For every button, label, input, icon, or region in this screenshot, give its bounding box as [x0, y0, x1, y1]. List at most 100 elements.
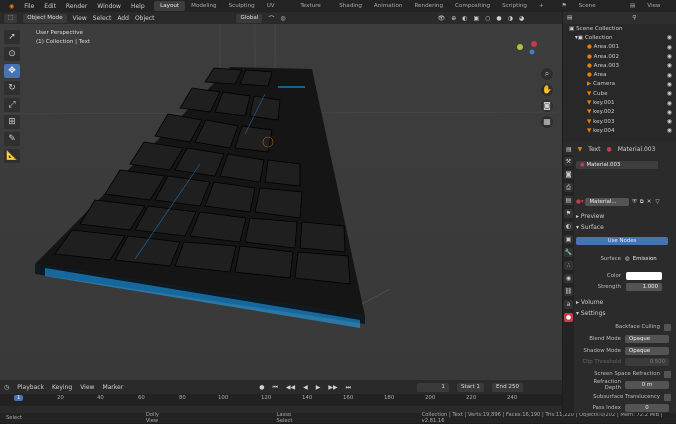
pan-hand-icon[interactable]: ✋ — [541, 84, 553, 96]
outliner-row-key-002[interactable]: ▼ key.002 ◉ — [563, 108, 676, 117]
shading-solid-icon[interactable]: ● — [496, 15, 501, 22]
shadow-mode-select[interactable]: Opaque — [625, 347, 669, 355]
clock-icon[interactable]: ◷ — [4, 384, 9, 391]
color-swatch[interactable] — [626, 272, 662, 280]
preview-section[interactable]: ▸ Preview — [576, 211, 674, 221]
view-layer-icon[interactable]: ▤ — [624, 1, 641, 11]
scene-tab-icon[interactable]: ⚑ — [564, 209, 573, 218]
eye-icon[interactable]: ◉ — [667, 72, 672, 79]
gizmo-icon[interactable]: ⊕ — [451, 15, 456, 22]
camera-view-icon[interactable]: ◙ — [541, 100, 553, 112]
settings-section[interactable]: ▾ Settings — [576, 308, 674, 318]
shading-render-icon[interactable]: ◕ — [519, 15, 524, 22]
surface-section[interactable]: ▾ Surface — [576, 222, 674, 232]
view-layer-name[interactable]: View Layer — [641, 1, 676, 19]
tab-layout[interactable]: Layout — [154, 1, 186, 11]
menu-file[interactable]: File — [19, 3, 39, 10]
outliner-display-icon[interactable]: ▤ — [567, 15, 572, 21]
eye-icon[interactable]: ◉ — [667, 90, 672, 97]
transform-orientation-select[interactable]: Global — [236, 13, 263, 23]
cursor-tool-icon[interactable]: ⊙ — [4, 47, 20, 61]
eye-icon[interactable]: ◉ — [667, 109, 672, 116]
menu-help[interactable]: Help — [126, 3, 150, 10]
select-tool-icon[interactable]: ➚ — [4, 30, 20, 44]
menu-render[interactable]: Render — [61, 3, 92, 10]
tool-tab-icon[interactable]: ⚒ — [564, 157, 573, 166]
menu-object[interactable]: Object — [135, 15, 155, 22]
object-tab-icon[interactable]: ▣ — [564, 235, 573, 244]
mode-select[interactable]: Object Mode — [23, 13, 67, 23]
current-frame-field[interactable]: 1 — [416, 383, 449, 392]
unlink-icon[interactable]: ✕ — [647, 199, 652, 205]
annotate-tool-icon[interactable]: ✎ — [4, 132, 20, 146]
world-tab-icon[interactable]: ◐ — [564, 222, 573, 231]
eye-icon[interactable]: ◉ — [667, 81, 672, 88]
zoom-icon[interactable]: ⌕ — [541, 68, 553, 80]
backface-checkbox[interactable] — [664, 323, 671, 331]
outliner-row-area-001[interactable]: ● Area.001 ◉ — [563, 43, 676, 52]
tab-texture-paint[interactable]: Texture Paint — [294, 1, 333, 19]
menu-timeline-view[interactable]: View — [80, 384, 94, 391]
outliner-row-camera[interactable]: ▶ Camera ◉ — [563, 80, 676, 89]
blender-logo-icon[interactable]: ◉ — [4, 3, 19, 10]
tab-sculpting[interactable]: Sculpting — [223, 1, 261, 11]
surface-shader[interactable]: Emission — [633, 256, 657, 262]
material-slot[interactable]: ● Material.003 — [576, 161, 658, 169]
eye-icon[interactable]: ◉ — [667, 100, 672, 107]
outliner-row-key-003[interactable]: ▼ key.003 ◉ — [563, 117, 676, 126]
properties-editor-icon[interactable]: ▤ — [566, 146, 572, 153]
outliner-row-scene-collection[interactable]: ▣ Scene Collection — [563, 24, 676, 33]
outliner-row-key-004[interactable]: ▼ key.004 ◉ — [563, 126, 676, 135]
particles-tab-icon[interactable]: ∴ — [564, 261, 573, 270]
editor-type-icon[interactable]: ⬚ — [4, 13, 18, 23]
material-tab-icon[interactable]: ● — [564, 313, 573, 322]
eye-icon[interactable]: ◉ — [667, 62, 672, 69]
filter-icon[interactable]: ⚲ — [632, 15, 636, 21]
tab-scripting[interactable]: Scripting — [496, 1, 533, 11]
jump-end-icon[interactable]: ⏭ — [346, 384, 351, 392]
constraints-tab-icon[interactable]: ⛓ — [564, 287, 573, 296]
scene-icon[interactable]: ⚑ — [556, 1, 573, 11]
transform-tool-icon[interactable]: ⊞ — [4, 115, 20, 129]
strength-field[interactable]: 1.000 — [626, 283, 662, 291]
clip-threshold-field[interactable]: 0.500 — [625, 358, 669, 366]
shading-wire-icon[interactable]: ○ — [485, 15, 490, 22]
fake-user-icon[interactable]: ⛨ — [632, 199, 636, 206]
duplicate-icon[interactable]: ⧉ — [640, 199, 644, 206]
view-layer-tab-icon[interactable]: ▤ — [564, 196, 573, 205]
overlay-icon[interactable]: ◐ — [462, 15, 467, 22]
use-nodes-button[interactable]: Use Nodes — [576, 237, 668, 245]
sst-checkbox[interactable] — [664, 393, 671, 401]
menu-playback[interactable]: Playback — [17, 384, 44, 391]
tab-rendering[interactable]: Rendering — [408, 1, 449, 11]
timeline-ruler[interactable]: 1 20 40 60 80 100 120 140 160 180 200 22… — [0, 394, 562, 406]
eye-icon[interactable]: ◉ — [667, 127, 672, 134]
record-icon[interactable]: ● — [259, 384, 264, 391]
start-frame-field[interactable]: Start 1 — [456, 383, 484, 392]
play-reverse-icon[interactable]: ◀ — [303, 384, 308, 391]
measure-tool-icon[interactable]: 📐 — [4, 149, 20, 163]
rotate-tool-icon[interactable]: ↻ — [4, 81, 20, 95]
xray-icon[interactable]: ▣ — [474, 15, 480, 22]
modifier-tab-icon[interactable]: 🔧 — [564, 248, 573, 257]
menu-select[interactable]: Select — [93, 15, 112, 22]
menu-keying[interactable]: Keying — [52, 384, 72, 391]
outliner-row-collection[interactable]: ▾▣ Collection ◉ — [563, 33, 676, 42]
menu-edit[interactable]: Edit — [39, 3, 61, 10]
move-tool-icon[interactable]: ✥ — [4, 64, 20, 78]
ssr-checkbox[interactable] — [664, 370, 671, 378]
volume-section[interactable]: ▸ Volume — [576, 297, 674, 307]
outliner-row-area-002[interactable]: ● Area.002 ◉ — [563, 52, 676, 61]
menu-window[interactable]: Window — [92, 3, 126, 10]
proportional-icon[interactable]: ◎ — [280, 15, 285, 22]
menu-marker[interactable]: Marker — [102, 384, 123, 391]
menu-add[interactable]: Add — [117, 15, 129, 22]
outliner-row-area-003[interactable]: ● Area.003 ◉ — [563, 61, 676, 70]
frame-marker[interactable]: 1 — [14, 395, 24, 401]
shading-material-icon[interactable]: ◑ — [508, 15, 513, 22]
tab-shading[interactable]: Shading — [333, 1, 368, 11]
prev-key-icon[interactable]: ◀◀ — [286, 384, 295, 391]
eye-icon[interactable]: ◉ — [667, 118, 672, 125]
snap-icon[interactable]: ⌒ — [268, 14, 274, 23]
jump-start-icon[interactable]: ⏮ — [272, 384, 277, 392]
